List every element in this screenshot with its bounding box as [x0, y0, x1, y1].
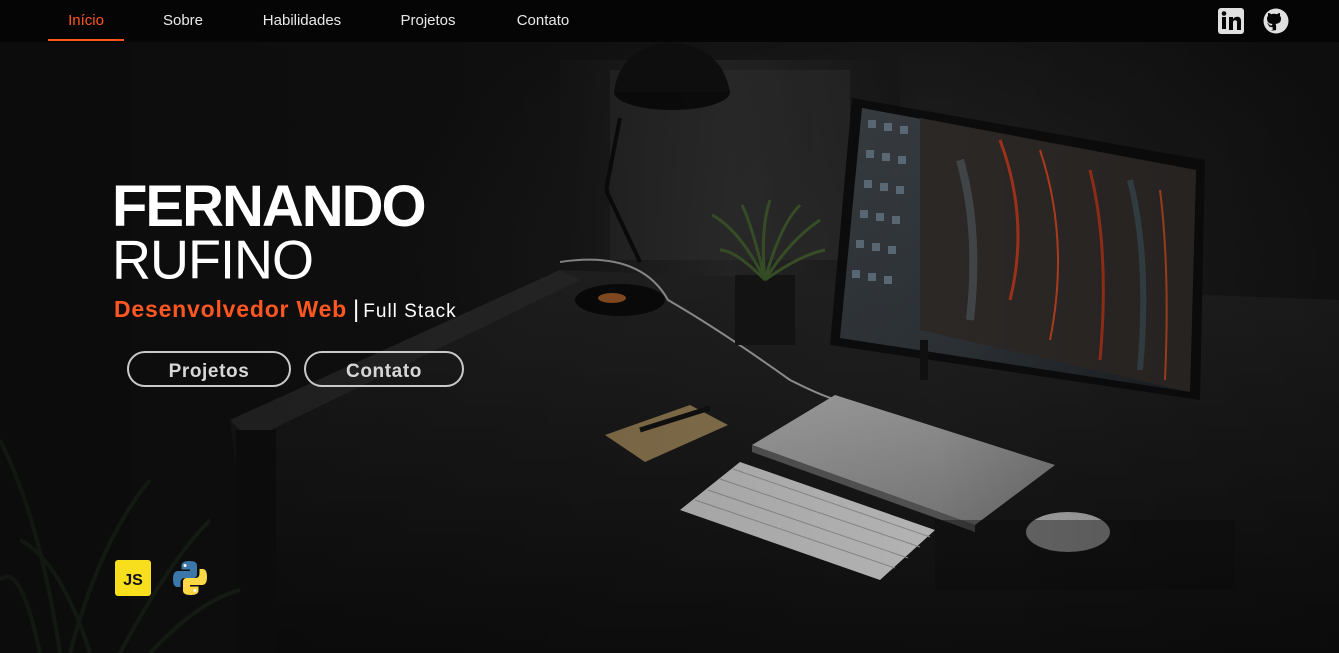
projetos-button[interactable]: Projetos: [127, 351, 291, 387]
javascript-icon: JS: [115, 560, 151, 596]
nav-item-habilidades[interactable]: Habilidades: [252, 0, 352, 42]
hero-role: Desenvolvedor Web: [114, 296, 348, 322]
hero-section: FERNANDO RUFINO Desenvolvedor Web | Full S…: [112, 174, 456, 324]
top-navbar: Início Sobre Habilidades Projetos Contat…: [0, 0, 1339, 42]
contato-button[interactable]: Contato: [304, 351, 464, 387]
javascript-icon-label: JS: [123, 572, 143, 589]
nav-item-sobre[interactable]: Sobre: [153, 0, 213, 42]
nav-item-projetos[interactable]: Projetos: [390, 0, 466, 42]
hero-background-photo: [0, 0, 1339, 653]
dark-overlay: [0, 0, 1339, 653]
linkedin-icon[interactable]: [1218, 8, 1244, 34]
hero-stack: Full Stack: [363, 301, 457, 322]
tagline-separator: |: [353, 296, 360, 323]
python-icon: [172, 560, 208, 596]
nav-item-contato[interactable]: Contato: [506, 0, 580, 42]
hero-first-name: FERNANDO: [112, 174, 427, 239]
nav-item-inicio[interactable]: Início: [48, 0, 124, 42]
github-icon[interactable]: [1263, 8, 1289, 34]
hero-tagline: Desenvolvedor Web | Full Stack: [114, 296, 457, 324]
hero-last-name: RUFINO: [112, 229, 314, 291]
